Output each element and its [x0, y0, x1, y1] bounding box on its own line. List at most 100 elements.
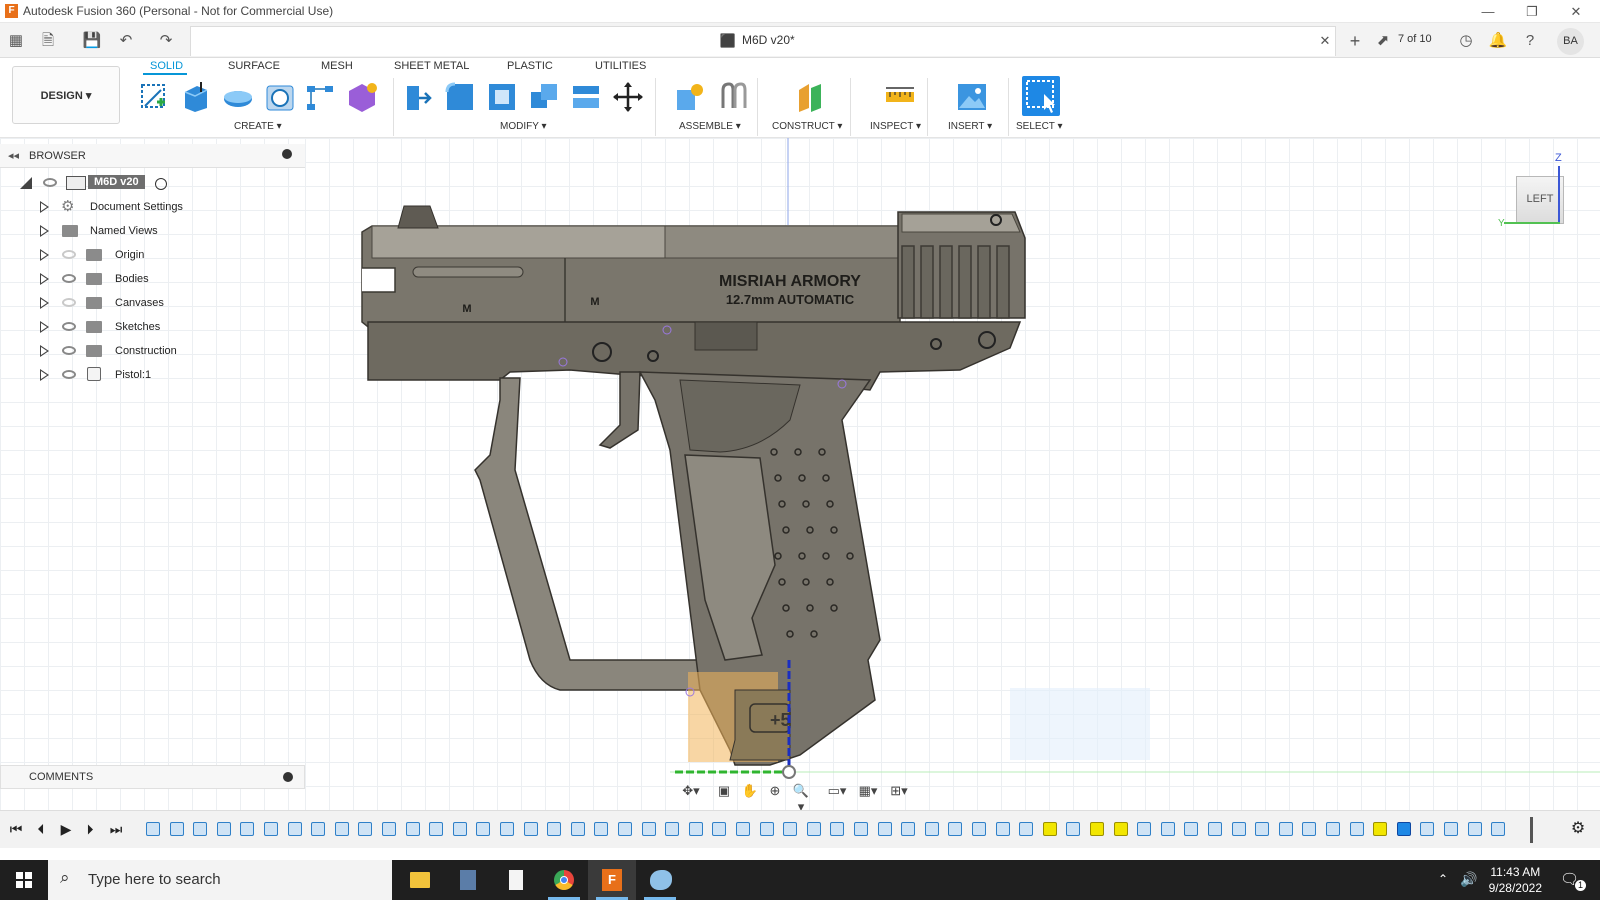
timeline-feature[interactable] — [1444, 822, 1458, 836]
gizmo-origin[interactable] — [782, 765, 796, 779]
timeline-feature[interactable] — [216, 822, 231, 836]
file-menu-icon[interactable]: 🗎 — [38, 31, 58, 51]
tab-surface[interactable]: SURFACE — [228, 60, 280, 72]
restore-button[interactable]: ❐ — [1510, 0, 1554, 23]
paint-taskbar-icon[interactable] — [636, 860, 684, 900]
visibility-eye-icon[interactable] — [62, 274, 76, 283]
workspace-switcher[interactable]: DESIGN ▾ — [12, 66, 120, 124]
construct-group-label[interactable]: CONSTRUCT ▾ — [772, 121, 842, 132]
insert-group-label[interactable]: INSERT ▾ — [948, 121, 992, 132]
pan-icon[interactable]: ✋ — [739, 783, 761, 801]
timeline-feature[interactable] — [594, 822, 609, 836]
timeline-feature[interactable] — [1231, 822, 1246, 836]
collapse-browser-icon[interactable]: ◂◂ — [8, 149, 19, 162]
help-icon[interactable]: ? — [1520, 31, 1540, 51]
timeline-feature[interactable] — [736, 822, 750, 836]
timeline-feature[interactable] — [240, 822, 255, 836]
select-tool[interactable] — [1022, 76, 1060, 116]
offset-plane-icon[interactable] — [793, 80, 827, 114]
timeline-feature[interactable] — [1278, 822, 1293, 836]
new-component-icon[interactable] — [673, 80, 707, 114]
expand-triangle-icon[interactable] — [40, 225, 49, 237]
timeline-feature[interactable] — [452, 822, 467, 836]
add-comment-icon[interactable] — [283, 772, 293, 782]
pattern-icon[interactable] — [303, 80, 337, 114]
root-component-label[interactable]: M6D v20 — [88, 175, 145, 189]
insert-image-icon[interactable] — [955, 80, 989, 114]
zoom-icon[interactable]: ⊕ — [764, 783, 786, 801]
taskbar-search-box[interactable]: ⌕ Type here to search — [48, 860, 392, 900]
timeline-feature[interactable] — [169, 822, 184, 836]
timeline-feature[interactable] — [476, 822, 491, 836]
browser-item-origin[interactable]: Origin — [0, 244, 305, 266]
timeline-play-icon[interactable]: ▶ — [58, 821, 74, 837]
close-tab-icon[interactable]: ✕ — [1315, 31, 1335, 51]
timeline-settings-icon[interactable]: ⚙ — [1570, 821, 1586, 837]
tab-sheet-metal[interactable]: SHEET METAL — [394, 60, 469, 72]
timeline-feature[interactable] — [334, 822, 349, 836]
timeline-feature[interactable] — [1042, 822, 1057, 836]
timeline-feature[interactable] — [688, 822, 703, 836]
tab-plastic[interactable]: PLASTIC — [507, 60, 553, 72]
browser-item-document-settings[interactable]: ⚙ Document Settings — [0, 196, 305, 218]
user-avatar[interactable]: BA — [1557, 28, 1584, 55]
timeline-feature[interactable] — [1491, 822, 1506, 836]
tab-solid[interactable]: SOLID — [150, 60, 183, 72]
timeline-feature[interactable] — [641, 822, 656, 836]
look-at-icon[interactable]: ▣ — [713, 783, 735, 801]
timeline-feature[interactable] — [783, 822, 798, 836]
timeline-feature[interactable] — [1160, 822, 1175, 836]
viewcube[interactable]: LEFT Z Y — [1498, 152, 1568, 236]
timeline-feature[interactable] — [1420, 822, 1435, 836]
modify-group-label[interactable]: MODIFY ▾ — [500, 121, 547, 132]
visibility-eye-off-icon[interactable] — [62, 250, 76, 259]
notifications-icon[interactable]: 🔔 — [1488, 31, 1508, 51]
create-group-label[interactable]: CREATE ▾ — [234, 121, 282, 132]
timeline-feature[interactable] — [854, 822, 868, 836]
browser-item-pistol[interactable]: Pistol:1 — [0, 364, 305, 386]
timeline-feature[interactable] — [193, 822, 208, 836]
press-pull-icon[interactable] — [401, 80, 435, 114]
expand-triangle-icon[interactable] — [40, 201, 49, 213]
timeline-feature[interactable] — [924, 822, 939, 836]
display-settings-icon[interactable]: ▭▾ — [826, 783, 848, 801]
timeline-first-icon[interactable]: ⏮ — [8, 821, 24, 837]
timeline-feature[interactable] — [665, 822, 680, 836]
windows-start-icon[interactable] — [16, 872, 32, 888]
timeline-feature[interactable] — [1302, 822, 1317, 836]
timeline-feature[interactable] — [1090, 822, 1104, 836]
timeline-feature[interactable] — [1373, 822, 1388, 836]
measure-icon[interactable] — [883, 80, 917, 114]
close-window-button[interactable]: ✕ — [1554, 0, 1598, 23]
redo-icon[interactable]: ↷ — [156, 31, 176, 51]
timeline-feature[interactable] — [523, 822, 538, 836]
timeline-feature[interactable] — [1326, 822, 1340, 836]
timeline-feature[interactable] — [1184, 822, 1199, 836]
visibility-eye-icon[interactable] — [43, 178, 57, 187]
timeline-next-icon[interactable]: ⏵ — [82, 821, 98, 837]
viewports-icon[interactable]: ⊞▾ — [888, 783, 910, 801]
timeline-feature[interactable] — [618, 822, 632, 836]
job-status-icon[interactable]: ◷ — [1456, 31, 1476, 51]
tab-utilities[interactable]: UTILITIES — [595, 60, 646, 72]
split-body-icon[interactable] — [569, 80, 603, 114]
version-icon[interactable]: ⬈ — [1373, 31, 1393, 51]
model-canvas[interactable]: +5 MISRIAH ARMORY 12.7mm AUTOMATIC M M — [305, 138, 1600, 810]
timeline-feature[interactable] — [1467, 822, 1482, 836]
version-count[interactable]: 7 of 10 — [1398, 33, 1432, 45]
minimize-button[interactable]: — — [1466, 0, 1510, 23]
timeline-feature[interactable] — [264, 822, 278, 836]
new-tab-icon[interactable]: + — [1345, 31, 1365, 51]
expand-triangle-icon[interactable] — [40, 273, 49, 285]
timeline-feature[interactable] — [995, 822, 1010, 836]
tab-mesh[interactable]: MESH — [321, 60, 353, 72]
expand-triangle-icon[interactable] — [40, 345, 49, 357]
timeline-feature[interactable] — [712, 822, 727, 836]
timeline-feature[interactable] — [1137, 822, 1152, 836]
timeline-feature[interactable] — [358, 822, 373, 836]
timeline-feature[interactable] — [972, 822, 986, 836]
grid-settings-icon[interactable]: ▦▾ — [857, 783, 879, 801]
timeline-feature[interactable] — [1255, 822, 1270, 836]
taskbar-clock[interactable]: 11:43 AM 9/28/2022 — [1489, 864, 1542, 896]
chrome-taskbar-icon[interactable] — [540, 860, 588, 900]
